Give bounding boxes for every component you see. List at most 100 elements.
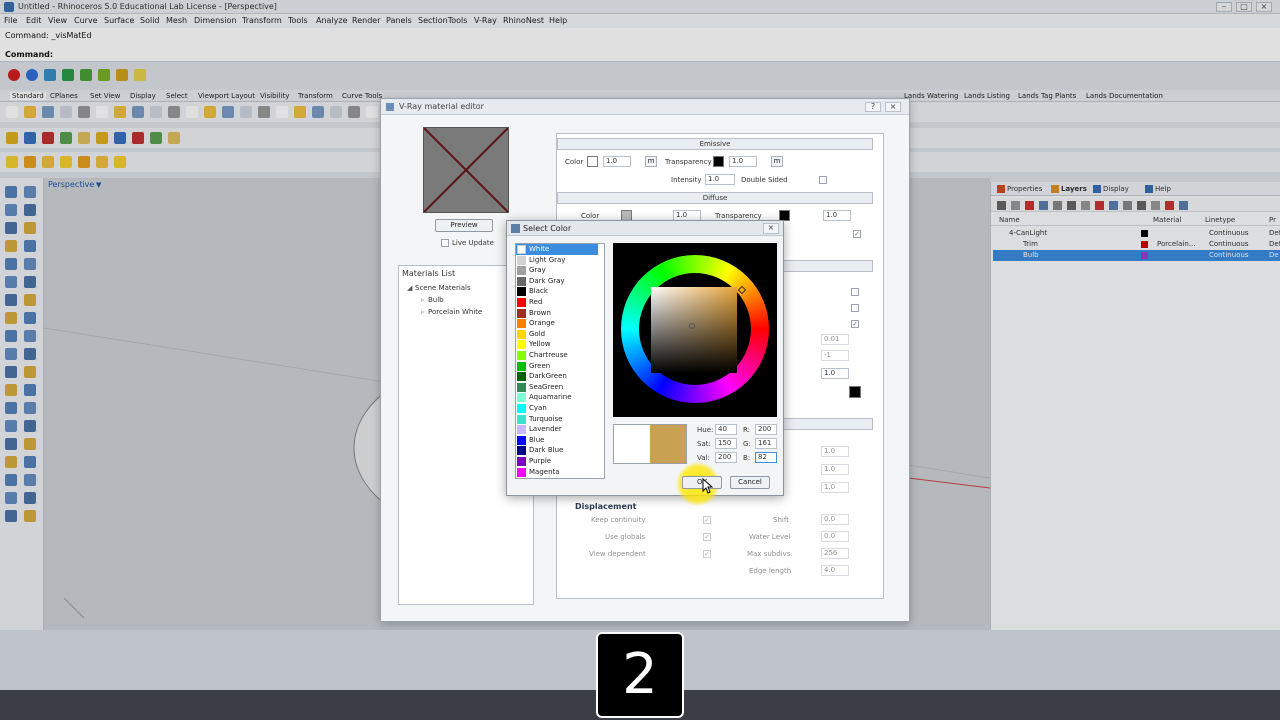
view-dependent-label: View dependent — [589, 550, 646, 558]
val-input[interactable]: 200 — [715, 452, 737, 463]
option-checkbox-2[interactable] — [851, 304, 859, 312]
diffuse-option-checkbox[interactable]: ✓ — [853, 230, 861, 238]
color-list-item[interactable]: Lavender — [516, 424, 598, 435]
color-swatch — [517, 425, 526, 435]
color-list-item[interactable]: Dark Blue — [516, 445, 598, 456]
color-swatch — [517, 446, 526, 456]
diffuse-transparency-value[interactable]: 1.0 — [823, 210, 851, 221]
color-list-item[interactable]: Chartreuse — [516, 350, 598, 361]
color-list-item[interactable]: Orange — [516, 318, 598, 329]
material-item-bulb[interactable]: Bulb — [428, 296, 444, 304]
map-value-3[interactable]: 1.0 — [821, 482, 849, 493]
refraction-color-swatch[interactable] — [849, 386, 861, 398]
displacement-header[interactable]: Displacement — [575, 502, 636, 511]
max-subdivs-value[interactable]: 256 — [821, 548, 849, 559]
emissive-transparency-map-button[interactable]: m — [771, 156, 783, 167]
named-color-list[interactable]: White Light Gray Gray Dark Gray Black Red Brow… — [515, 243, 605, 479]
color-swatch — [517, 435, 526, 445]
use-globals-label: Use globals — [605, 533, 646, 541]
emissive-color-value[interactable]: 1.0 — [603, 156, 631, 167]
view-dependent-checkbox[interactable]: ✓ — [703, 550, 711, 558]
color-name: Magenta — [529, 467, 560, 476]
emissive-color-label: Color — [565, 158, 584, 166]
color-preview — [613, 424, 687, 464]
map-value-2[interactable]: 1.0 — [821, 464, 849, 475]
color-list-item[interactable]: Cyan — [516, 403, 598, 414]
material-item-porcelain[interactable]: Porcelain White — [428, 308, 482, 316]
select-color-dialog: Select Color × White Light Gray Gray Dark G… — [506, 220, 784, 496]
edge-length-value[interactable]: 4.0 — [821, 565, 849, 576]
color-list-item[interactable]: Red — [516, 297, 598, 308]
max-subdivs-label: Max subdivs — [747, 550, 791, 558]
select-color-title: Select Color — [523, 224, 572, 233]
color-name: Turquoise — [529, 414, 563, 423]
color-swatch — [517, 382, 526, 392]
emissive-transparency-value[interactable]: 1.0 — [729, 156, 757, 167]
color-list-item[interactable]: Dark Gray — [516, 276, 598, 287]
reflection-header[interactable] — [783, 260, 873, 272]
intensity-value[interactable]: 1.0 — [705, 174, 735, 185]
color-list-item[interactable]: DarkGreen — [516, 371, 598, 382]
diffuse-transparency-label: Transparency — [715, 212, 762, 220]
emissive-color-map-button[interactable]: m — [645, 156, 657, 167]
intensity-label: Intensity — [671, 176, 702, 184]
emissive-transparency-swatch[interactable] — [713, 156, 724, 167]
sat-input[interactable]: 150 — [715, 438, 737, 449]
live-update-label: Live Update — [452, 239, 494, 247]
color-list-item[interactable]: Gray — [516, 265, 598, 276]
color-list-item[interactable]: Brown — [516, 308, 598, 319]
hue-input[interactable]: 40 — [715, 424, 737, 435]
color-name: Brown — [529, 308, 551, 317]
maps-header[interactable] — [783, 418, 873, 430]
vray-help-icon[interactable]: ? — [865, 102, 881, 112]
keep-continuity-checkbox[interactable]: ✓ — [703, 516, 711, 524]
r-input[interactable]: 200 — [755, 424, 777, 435]
vray-close-icon[interactable]: × — [885, 102, 901, 112]
color-list-item[interactable]: Green — [516, 361, 598, 372]
color-swatch — [517, 351, 526, 360]
use-globals-checkbox[interactable]: ✓ — [703, 533, 711, 541]
double-sided-checkbox[interactable] — [819, 176, 827, 184]
color-list-item[interactable]: Yellow — [516, 339, 598, 350]
color-list-item[interactable]: Black — [516, 286, 598, 297]
diffuse-header[interactable]: Diffuse — [557, 192, 873, 204]
sv-picker-handle[interactable] — [689, 323, 695, 329]
color-list-item[interactable]: White — [516, 244, 598, 255]
b-input[interactable]: 82 — [755, 452, 777, 463]
color-list-item[interactable]: SeaGreen — [516, 382, 598, 393]
option-checkbox-1[interactable] — [851, 288, 859, 296]
color-list-item[interactable]: Gold — [516, 329, 598, 340]
map-value-1[interactable]: 1.0 — [821, 446, 849, 457]
new-color-swatch — [650, 425, 686, 463]
color-list-item[interactable]: Blue — [516, 435, 598, 446]
side-value-1[interactable]: 0.01 — [821, 334, 849, 345]
g-label: G: — [743, 440, 751, 448]
select-color-close-icon[interactable]: × — [763, 223, 779, 234]
color-wheel-area[interactable] — [613, 243, 777, 417]
vray-icon — [386, 103, 394, 111]
shift-value[interactable]: 0.0 — [821, 514, 849, 525]
scene-materials-node[interactable]: Scene Materials — [415, 284, 471, 292]
tree-expand-icon[interactable]: ◢ — [407, 284, 412, 292]
g-input[interactable]: 161 — [755, 438, 777, 449]
live-update-checkbox[interactable] — [441, 239, 449, 247]
side-value-2[interactable]: -1 — [821, 350, 849, 361]
preview-button[interactable]: Preview — [435, 219, 493, 232]
saturation-value-square[interactable] — [651, 287, 737, 373]
color-list-item[interactable]: Magenta — [516, 467, 598, 478]
old-color-swatch — [614, 425, 650, 463]
side-value-3[interactable]: 1.0 — [821, 368, 849, 379]
color-list-item[interactable]: Purple — [516, 456, 598, 467]
emissive-color-swatch[interactable] — [587, 156, 598, 167]
color-list-item[interactable]: Light Gray — [516, 255, 598, 266]
mouse-pointer-icon — [702, 478, 714, 494]
water-level-value[interactable]: 0.0 — [821, 531, 849, 542]
color-name: Purple — [529, 457, 552, 465]
cancel-button[interactable]: Cancel — [730, 476, 770, 489]
emissive-header[interactable]: Emissive — [557, 138, 873, 150]
sat-label: Sat: — [697, 440, 711, 448]
color-name: Dark Gray — [529, 276, 565, 285]
option-checkbox-3[interactable]: ✓ — [851, 320, 859, 328]
color-list-item[interactable]: Turquoise — [516, 414, 598, 425]
color-list-item[interactable]: Aquamarine — [516, 392, 598, 403]
